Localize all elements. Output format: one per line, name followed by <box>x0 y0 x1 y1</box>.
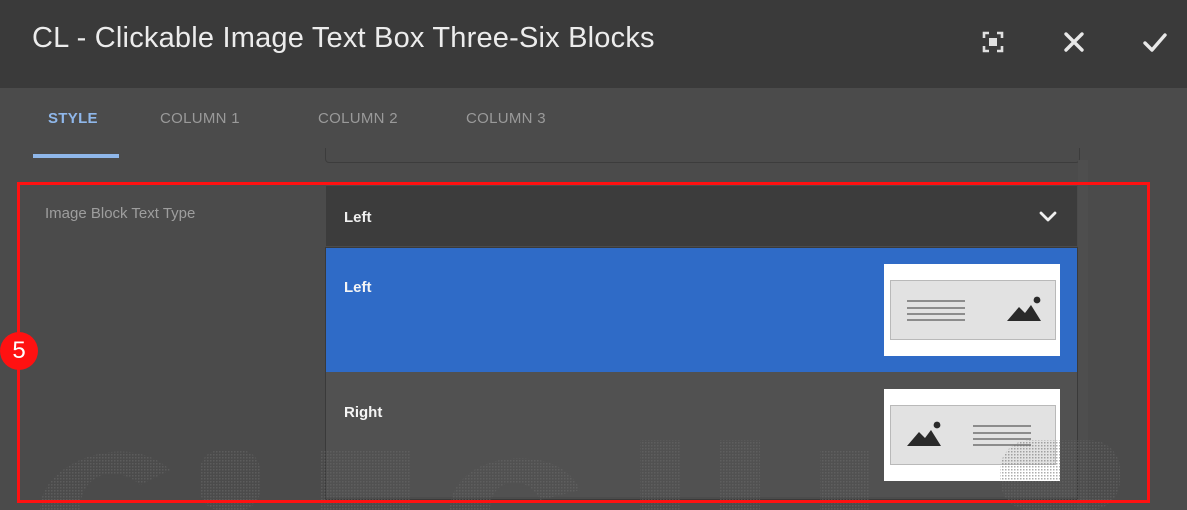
fullscreen-button[interactable] <box>969 20 1017 64</box>
tab-column-1[interactable]: COLUMN 1 <box>160 110 240 127</box>
option-left[interactable]: Left <box>326 247 1077 372</box>
dialog-header: CL - Clickable Image Text Box Three-Six … <box>0 0 1187 88</box>
option-label: Right <box>344 404 383 421</box>
chevron-down-icon <box>1039 211 1057 222</box>
check-icon <box>1143 33 1167 52</box>
close-button[interactable] <box>1050 20 1098 64</box>
fullscreen-icon <box>982 31 1004 53</box>
option-label: Left <box>344 279 372 296</box>
image-mountain-icon <box>1007 296 1041 321</box>
text-lines-icon <box>907 300 965 321</box>
text-type-select[interactable]: Left <box>326 186 1077 246</box>
tab-column-2[interactable]: COLUMN 2 <box>318 110 398 127</box>
previous-field-edge <box>325 148 1080 163</box>
step-badge: 5 <box>0 332 38 370</box>
option-right[interactable]: Right <box>326 372 1077 497</box>
thumbnail-text-right <box>884 389 1060 481</box>
close-icon <box>1064 32 1084 52</box>
dialog-title: CL - Clickable Image Text Box Three-Six … <box>32 22 655 54</box>
confirm-button[interactable] <box>1131 20 1179 64</box>
thumbnail-text-left <box>884 264 1060 356</box>
tab-style[interactable]: STYLE <box>48 110 98 127</box>
scrollbar[interactable] <box>1078 160 1088 510</box>
field-label: Image Block Text Type <box>45 205 196 222</box>
tab-column-3[interactable]: COLUMN 3 <box>466 110 546 127</box>
active-tab-indicator <box>33 154 119 158</box>
image-mountain-icon <box>907 421 941 446</box>
text-lines-icon <box>973 425 1031 446</box>
select-value: Left <box>344 209 372 226</box>
